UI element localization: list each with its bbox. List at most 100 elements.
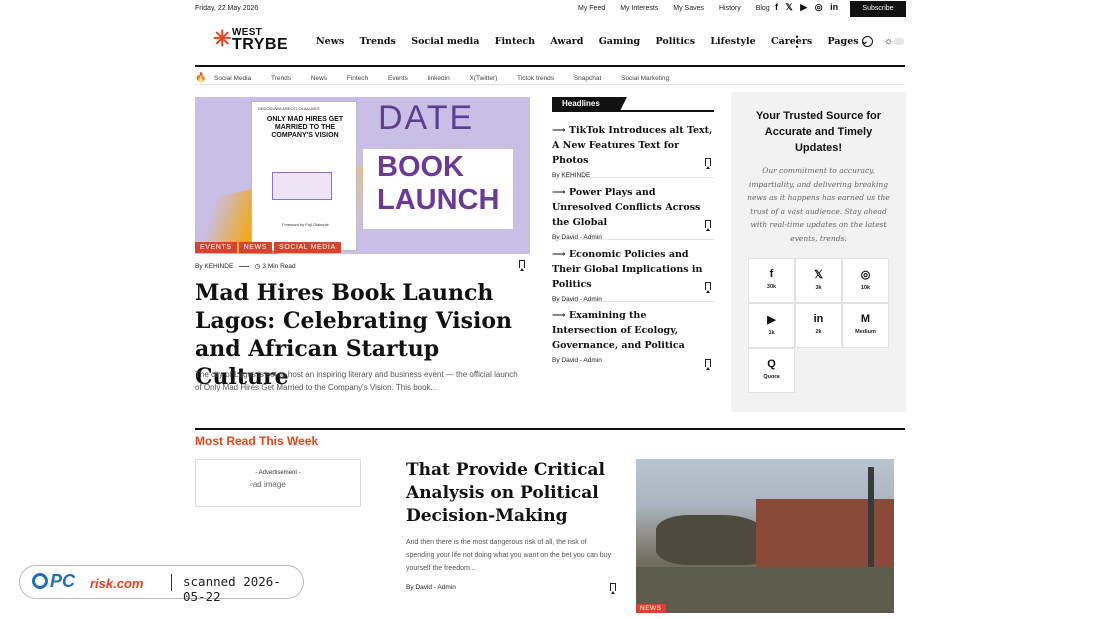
photo-news-tag[interactable]: NEWS — [636, 604, 666, 613]
medium-icon: M — [860, 313, 871, 325]
nav-pages-label: Pages — [827, 36, 859, 47]
social-facebook[interactable]: f 30k — [748, 258, 795, 303]
headline-title[interactable]: ⟶ Power Plays and Unresolved Conflicts A… — [552, 185, 714, 230]
headline-separator — [552, 301, 714, 302]
headline-title[interactable]: ⟶ TikTok Introduces alt Text, A New Feat… — [552, 123, 714, 168]
headline-item[interactable]: ⟶ TikTok Introduces alt Text, A New Feat… — [552, 123, 714, 179]
hero-author[interactable]: By KEHINDE — [195, 263, 233, 270]
trending-item[interactable]: Fintech — [347, 75, 368, 82]
bookmark-icon[interactable] — [705, 282, 711, 293]
instagram-icon: ◎ — [860, 269, 871, 281]
most-read-photo[interactable] — [636, 459, 894, 613]
tag-social-media[interactable]: SOCIAL MEDIA — [274, 242, 341, 253]
trending-bar: 🔥 Social Media Trends News Fintech Event… — [195, 72, 687, 83]
social-quora[interactable]: Q Quora — [748, 348, 795, 393]
watermark-brand-pc: PC — [50, 571, 76, 591]
top-social: f 𝕏 ▶ ◎ in — [775, 2, 843, 13]
book-cover-author: DEDODUWA AREOTI-OLAKUNLE — [258, 106, 320, 111]
watermark-brand-risk: risk.com — [90, 576, 144, 591]
trending-item[interactable]: News — [311, 75, 327, 82]
search-icon[interactable] — [862, 36, 873, 47]
nav-award[interactable]: Award — [550, 36, 583, 47]
photo-post — [868, 467, 874, 567]
bookmark-icon[interactable] — [705, 158, 711, 169]
social-linkedin[interactable]: in 2k — [795, 303, 842, 348]
social-youtube[interactable]: ▶ 1k — [748, 303, 795, 348]
nav-social-media[interactable]: Social media — [411, 36, 479, 47]
trending-item[interactable]: linkedin — [428, 75, 450, 82]
headline-item[interactable]: ⟶ Examining the Intersection of Ecology,… — [552, 308, 714, 364]
social-count: 2k — [815, 329, 822, 335]
headline-title[interactable]: ⟶ Examining the Intersection of Ecology,… — [552, 308, 714, 353]
most-read-divider — [195, 428, 905, 430]
logo-mark-icon: ✳ — [213, 26, 232, 51]
hero-launch-word: LAUNCH — [377, 184, 500, 216]
book-cover-foreword: Foreword by Fuji Olakunle — [282, 222, 329, 227]
x-icon[interactable]: 𝕏 — [786, 2, 793, 12]
book-cover-title: ONLY MAD HIRES GET MARRIED TO THE COMPAN… — [266, 116, 344, 139]
advertisement-label: - Advertisement - — [255, 470, 301, 476]
trending-item[interactable]: Social Media — [214, 75, 251, 82]
linkedin-icon[interactable]: in — [830, 2, 838, 12]
youtube-icon: ▶ — [767, 314, 776, 326]
trending-item[interactable]: Social Marketing — [621, 75, 669, 82]
header-divider — [195, 65, 905, 67]
instagram-icon[interactable]: ◎ — [815, 2, 823, 12]
headline-author[interactable]: By David - Admin — [552, 357, 714, 364]
social-x[interactable]: 𝕏 3k — [795, 258, 842, 303]
trending-item[interactable]: Trends — [271, 75, 291, 82]
watermark-scan-date: scanned 2026-05-22 — [183, 574, 281, 604]
headline-title-text: Economic Policies and Their Global Impli… — [552, 249, 703, 290]
bookmark-icon[interactable] — [610, 583, 616, 594]
social-instagram[interactable]: ◎ 10k — [842, 258, 889, 303]
most-read-article-title[interactable]: That Provide Critical Analysis on Politi… — [406, 459, 616, 528]
bookmark-icon[interactable] — [705, 359, 711, 370]
ad-image-placeholder: ▫ad image — [250, 480, 286, 489]
top-link-my-feed[interactable]: My Feed — [578, 5, 605, 12]
nav-news[interactable]: News — [316, 36, 344, 47]
trending-item[interactable]: Events — [388, 75, 408, 82]
headline-title[interactable]: ⟶ Economic Policies and Their Global Imp… — [552, 247, 714, 292]
top-link-history[interactable]: History — [719, 5, 741, 12]
tag-events[interactable]: EVENTS — [195, 242, 237, 253]
hero-image[interactable]: DEDODUWA AREOTI-OLAKUNLE ONLY MAD HIRES … — [195, 97, 530, 254]
arrow-right-icon: ⟶ — [552, 125, 569, 136]
nav-politics[interactable]: Politics — [655, 36, 695, 47]
bookmark-icon[interactable] — [705, 220, 711, 231]
subscribe-button[interactable]: Subscribe — [850, 1, 906, 17]
most-read-author[interactable]: By David - Admin — [406, 584, 456, 591]
dark-mode-toggle[interactable] — [894, 38, 904, 45]
nav-trends[interactable]: Trends — [360, 36, 396, 47]
arrow-right-icon: ⟶ — [552, 249, 569, 260]
ad-image-alt: ad image — [252, 480, 286, 489]
hero-meta: By KEHINDE ◷ 3 Min Read — [195, 262, 296, 270]
advertisement-box[interactable]: - Advertisement - ▫ad image — [195, 459, 361, 507]
headline-title-text: Power Plays and Unresolved Conflicts Acr… — [552, 187, 701, 228]
social-medium[interactable]: M Medium — [842, 303, 889, 348]
watermark-separator — [171, 574, 172, 591]
sun-icon: ☼ — [884, 36, 894, 47]
trending-item[interactable]: Tictok trends — [517, 75, 554, 82]
headline-item[interactable]: ⟶ Economic Policies and Their Global Imp… — [552, 247, 714, 303]
nav-fintech[interactable]: Fintech — [495, 36, 535, 47]
facebook-icon[interactable]: f — [775, 2, 778, 12]
bookmark-icon[interactable] — [519, 260, 525, 271]
top-link-blog[interactable]: Blog — [756, 5, 770, 12]
top-link-my-interests[interactable]: My Interests — [620, 5, 658, 12]
headline-title-text: TikTok Introduces alt Text, A New Featur… — [552, 125, 713, 166]
headlines-divider — [552, 110, 714, 112]
nav-lifestyle[interactable]: Lifestyle — [710, 36, 755, 47]
headline-title-text: Examining the Intersection of Ecology, G… — [552, 310, 685, 351]
magnifier-logo-icon — [32, 573, 48, 589]
hero-excerpt: The city of Lagos is set to host an insp… — [195, 370, 518, 392]
trending-item[interactable]: Snapchat — [574, 75, 601, 82]
facebook-icon: f — [769, 268, 774, 280]
more-menu-icon[interactable]: ⋮ — [790, 33, 804, 50]
tag-news[interactable]: NEWS — [238, 242, 273, 253]
headline-item[interactable]: ⟶ Power Plays and Unresolved Conflicts A… — [552, 185, 714, 241]
nav-gaming[interactable]: Gaming — [599, 36, 640, 47]
arrow-right-icon: ⟶ — [552, 310, 569, 321]
youtube-icon[interactable]: ▶ — [800, 2, 807, 12]
top-link-my-saves[interactable]: My Saves — [673, 5, 704, 12]
trending-item[interactable]: X(Twitter) — [470, 75, 498, 82]
